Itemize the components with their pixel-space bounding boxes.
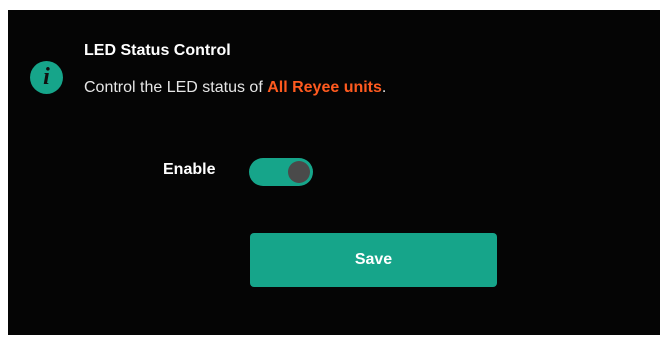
info-icon: i	[30, 61, 63, 94]
enable-toggle[interactable]	[249, 158, 313, 186]
info-icon-glyph: i	[43, 64, 50, 90]
description-suffix: .	[381, 79, 387, 96]
enable-label: Enable	[163, 161, 216, 178]
section-description: Control the LED status of All Reyee unit…	[84, 79, 386, 97]
section-title: LED Status Control	[84, 42, 231, 59]
save-button[interactable]: Save	[250, 233, 497, 287]
description-highlight: All Reyee units	[267, 79, 382, 96]
toggle-knob	[288, 161, 310, 183]
description-text: Control the LED status of	[84, 79, 268, 96]
